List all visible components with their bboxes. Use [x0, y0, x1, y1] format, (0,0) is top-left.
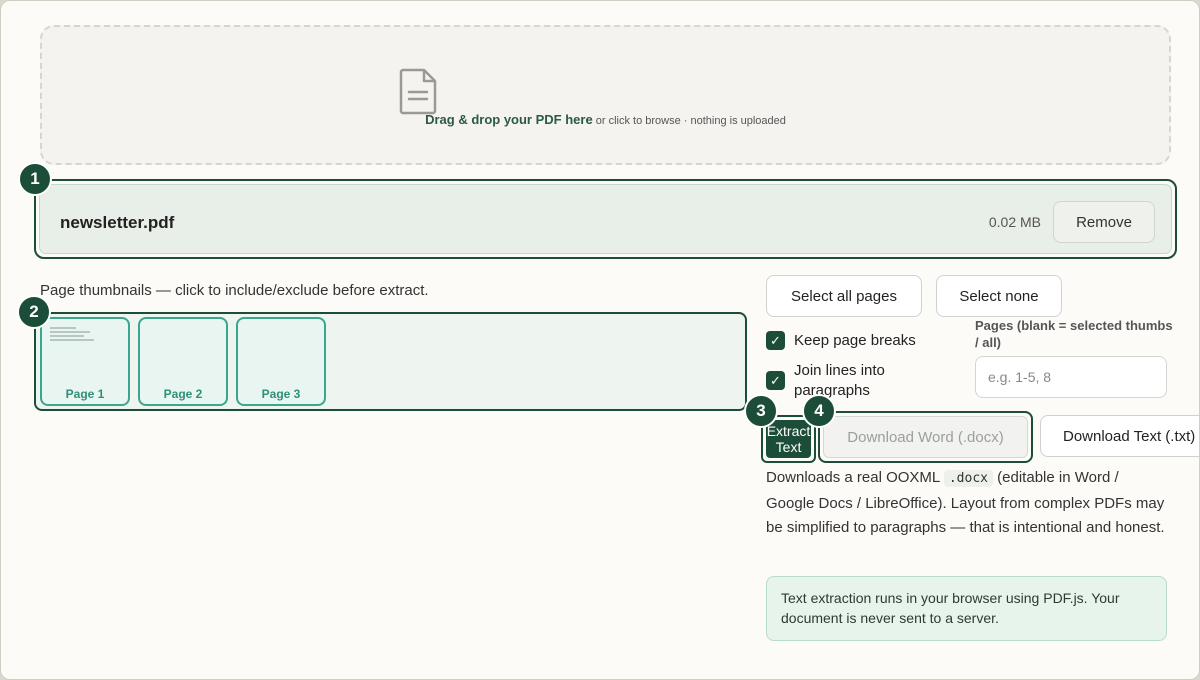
file-bar-inner: newsletter.pdf 0.02 MB Remove — [39, 184, 1172, 254]
thumbnails-label: Page thumbnails — click to include/exclu… — [40, 282, 429, 299]
pages-input[interactable] — [975, 356, 1167, 398]
thumbnail-page-3[interactable]: Page 3 — [236, 317, 326, 406]
thumbnail-page-2[interactable]: Page 2 — [138, 317, 228, 406]
document-icon — [399, 68, 437, 115]
annotation-badge-2: 2 — [17, 295, 51, 329]
extract-text-button[interactable]: Extract Text — [766, 420, 811, 458]
description-before: Downloads a real OOXML — [766, 469, 944, 486]
download-word-button[interactable]: Download Word (.docx) — [823, 416, 1028, 458]
select-all-pages-button[interactable]: Select all pages — [766, 275, 922, 317]
docx-description: Downloads a real OOXML .docx (editable i… — [766, 466, 1166, 541]
privacy-info-box: Text extraction runs in your browser usi… — [766, 576, 1167, 641]
download-word-highlight: Download Word (.docx) — [818, 411, 1033, 463]
thumbnail-label: Page 2 — [163, 387, 203, 401]
file-name: newsletter.pdf — [60, 213, 175, 232]
thumbnail-label: Page 1 — [65, 387, 105, 401]
pdf-dropzone[interactable]: Drag & drop your PDF here or click to br… — [40, 25, 1171, 165]
thumbnails-strip: Page 1 Page 2 Page 3 — [34, 312, 747, 411]
dropzone-text: Drag & drop your PDF here or click to br… — [42, 112, 1169, 127]
join-lines-checkbox[interactable]: ✓ — [766, 371, 785, 390]
thumbnail-preview — [50, 327, 100, 343]
app-frame: Drag & drop your PDF here or click to br… — [0, 0, 1200, 680]
thumbnail-page-1[interactable]: Page 1 — [40, 317, 130, 406]
remove-button[interactable]: Remove — [1053, 201, 1155, 243]
docx-code: .docx — [943, 470, 993, 487]
annotation-badge-1: 1 — [18, 162, 52, 196]
keep-page-breaks-checkbox[interactable]: ✓ — [766, 331, 785, 350]
file-bar: newsletter.pdf 0.02 MB Remove — [34, 179, 1177, 259]
dropzone-subtitle: or click to browse · nothing is uploaded — [595, 115, 786, 127]
download-text-clip: Download Text (.txt) — [1040, 415, 1199, 459]
download-text-button[interactable]: Download Text (.txt) — [1040, 415, 1199, 457]
thumbnail-label: Page 3 — [261, 387, 301, 401]
annotation-badge-4: 4 — [802, 394, 836, 428]
pages-field-label: Pages (blank = selected thumbs / all) — [975, 318, 1173, 350]
keep-page-breaks-label: Keep page breaks — [794, 332, 916, 349]
select-none-button[interactable]: Select none — [936, 275, 1062, 317]
dropzone-title: Drag & drop your PDF here — [425, 112, 593, 127]
file-size: 0.02 MB — [988, 214, 1041, 230]
annotation-badge-3: 3 — [744, 394, 778, 428]
